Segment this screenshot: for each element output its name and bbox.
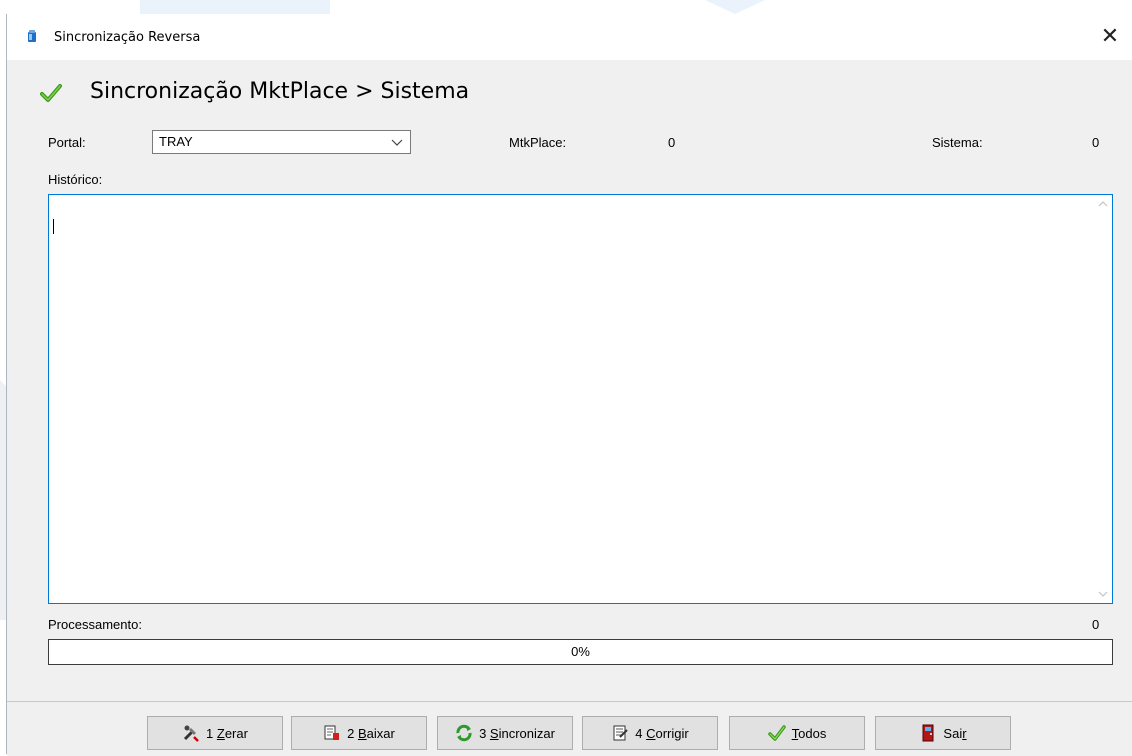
title-bar[interactable]: Sincronização Reversa ✕ bbox=[7, 14, 1132, 60]
background-watermark bbox=[705, 0, 765, 14]
sincronizar-label: 3 Sincronizar bbox=[479, 725, 555, 741]
chevron-down-icon bbox=[391, 139, 403, 146]
processamento-label: Processamento: bbox=[48, 617, 142, 632]
corrigir-button[interactable]: 4 Corrigir bbox=[582, 716, 718, 750]
check-icon bbox=[40, 84, 62, 102]
button-bar: 1 Zerar 2 Baixar 3 Sincronizar 4 Corrigi… bbox=[7, 701, 1132, 756]
corrigir-label: 4 Corrigir bbox=[635, 725, 689, 741]
chevron-down-icon bbox=[1098, 591, 1108, 597]
app-icon bbox=[28, 30, 36, 42]
sync-icon bbox=[456, 724, 472, 742]
mtkplace-label: MtkPlace: bbox=[509, 135, 567, 150]
mtkplace-count: 0 bbox=[668, 135, 676, 150]
historico-label: Histórico: bbox=[48, 172, 103, 187]
processamento-count: 0 bbox=[1092, 617, 1100, 632]
historico-textarea[interactable] bbox=[48, 194, 1113, 604]
background-watermark bbox=[140, 0, 330, 14]
dialog-window: Sincronização Reversa ✕ Sincronização Mk… bbox=[6, 14, 1132, 756]
window-title: Sincronização Reversa bbox=[54, 30, 201, 45]
sair-label: Sair bbox=[943, 725, 967, 741]
baixar-button[interactable]: 2 Baixar bbox=[291, 716, 427, 750]
progress-percent: 0% bbox=[571, 644, 590, 659]
todos-button[interactable]: Todos bbox=[729, 716, 865, 750]
tools-icon bbox=[183, 725, 199, 742]
sistema-label: Sistema: bbox=[932, 135, 983, 150]
close-icon: ✕ bbox=[1100, 23, 1120, 49]
zerar-label: 1 Zerar bbox=[206, 725, 248, 741]
chevron-up-icon bbox=[1098, 201, 1108, 207]
fix-doc-icon bbox=[613, 725, 628, 741]
scroll-up-button[interactable] bbox=[1094, 195, 1112, 213]
sistema-count: 0 bbox=[1092, 135, 1100, 150]
download-doc-icon bbox=[324, 725, 340, 740]
zerar-button[interactable]: 1 Zerar bbox=[147, 716, 283, 750]
page-title: Sincronização MktPlace > Sistema bbox=[90, 79, 470, 104]
portal-select[interactable]: TRAY bbox=[152, 130, 411, 154]
sair-button[interactable]: Sair bbox=[875, 716, 1011, 750]
portal-value: TRAY bbox=[159, 134, 193, 149]
sincronizar-button[interactable]: 3 Sincronizar bbox=[437, 716, 573, 750]
portal-label: Portal: bbox=[48, 135, 86, 150]
scroll-down-button[interactable] bbox=[1094, 585, 1112, 603]
text-caret bbox=[53, 219, 54, 234]
progress-bar: 0% bbox=[48, 639, 1113, 665]
todos-label: Todos bbox=[791, 725, 827, 741]
check-icon bbox=[767, 725, 786, 741]
exit-door-icon bbox=[922, 724, 934, 742]
vertical-scrollbar[interactable] bbox=[1094, 195, 1112, 603]
baixar-label: 2 Baixar bbox=[347, 725, 395, 741]
client-area: Sincronização MktPlace > Sistema Portal:… bbox=[7, 60, 1132, 756]
close-button[interactable]: ✕ bbox=[1087, 14, 1132, 58]
